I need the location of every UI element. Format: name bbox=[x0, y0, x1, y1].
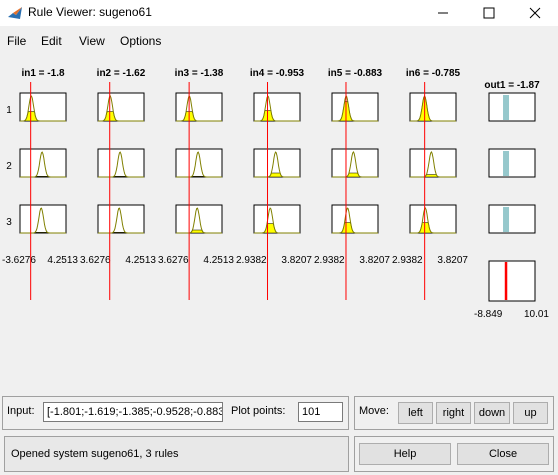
mf-plot-box bbox=[97, 92, 145, 122]
move-left-button[interactable]: left bbox=[398, 402, 433, 424]
output-singleton-bar bbox=[503, 95, 510, 120]
output-rule-box bbox=[488, 92, 536, 122]
rule-number: 3 bbox=[6, 217, 12, 228]
input-min-label: -3.6276 bbox=[2, 255, 36, 266]
input-max-label: 3.8207 bbox=[359, 255, 390, 266]
output-header: out1 = -1.87 bbox=[484, 80, 540, 91]
status-bar: Opened system sugeno61, 3 rules bbox=[4, 436, 349, 472]
menu-view[interactable]: View bbox=[79, 34, 105, 48]
plot-points-label: Plot points: bbox=[231, 405, 286, 417]
title-bar: Rule Viewer: sugeno61 bbox=[0, 0, 558, 26]
input-min-label: 2.9382 bbox=[236, 255, 267, 266]
menu-file[interactable]: File bbox=[7, 34, 26, 48]
move-panel: Move: left right down up bbox=[354, 396, 554, 430]
window-title: Rule Viewer: sugeno61 bbox=[28, 5, 152, 19]
mf-plot-box bbox=[19, 204, 67, 234]
mf-plot-box bbox=[331, 92, 379, 122]
input-panel: Input: [-1.801;-1.619;-1.385;-0.9528;-0.… bbox=[2, 396, 349, 430]
mf-plot-box bbox=[409, 204, 457, 234]
output-rule-box bbox=[488, 148, 536, 178]
maximize-icon[interactable] bbox=[466, 0, 512, 26]
input-header: in3 = -1.38 bbox=[175, 68, 224, 79]
rule-plot-area: 1 2 3 in1 = -1.8 -3.6276 4.2513 in2 = -1.62 3.6… bbox=[0, 55, 558, 388]
output-min-label: -8.849 bbox=[474, 309, 503, 320]
action-panel: Help Close bbox=[354, 436, 554, 472]
output-max-label: 10.01 bbox=[524, 309, 549, 320]
mf-plot-box bbox=[409, 92, 457, 122]
move-down-button[interactable]: down bbox=[474, 402, 510, 424]
input-header: in4 = -0.953 bbox=[250, 68, 305, 79]
mf-plot-box bbox=[175, 204, 223, 234]
menu-edit[interactable]: Edit bbox=[41, 34, 62, 48]
mf-plot-box bbox=[253, 92, 301, 122]
input-max-label: 3.8207 bbox=[437, 255, 468, 266]
input-max-label: 4.2513 bbox=[47, 255, 78, 266]
menu-bar: File Edit View Options bbox=[0, 30, 558, 52]
move-label: Move: bbox=[359, 405, 389, 417]
input-header: in6 = -0.785 bbox=[406, 68, 461, 79]
move-up-button[interactable]: up bbox=[513, 402, 548, 424]
rule-viewer-plot[interactable]: 1 2 3 in1 = -1.8 -3.6276 4.2513 in2 = -1.62 3.6… bbox=[0, 55, 558, 388]
plot-points-field[interactable]: 101 bbox=[298, 402, 343, 422]
rule-number: 2 bbox=[6, 161, 12, 172]
matlab-icon bbox=[8, 7, 22, 19]
input-vector-field[interactable]: [-1.801;-1.619;-1.385;-0.9528;-0.883] bbox=[43, 402, 223, 422]
input-header: in1 = -1.8 bbox=[21, 68, 65, 79]
mf-plot-box bbox=[331, 204, 379, 234]
mf-plot-box bbox=[175, 92, 223, 122]
output-rule-box bbox=[488, 204, 536, 234]
input-label: Input: bbox=[7, 405, 35, 417]
output-aggregate-box bbox=[488, 260, 536, 302]
output-singleton-bar bbox=[503, 207, 510, 232]
input-min-label: 3.6276 bbox=[158, 255, 189, 266]
rule-number: 1 bbox=[6, 105, 12, 116]
move-right-button[interactable]: right bbox=[436, 402, 471, 424]
output-singleton-bar bbox=[503, 151, 510, 176]
input-max-label: 4.2513 bbox=[125, 255, 156, 266]
input-header: in2 = -1.62 bbox=[97, 68, 146, 79]
minimize-icon[interactable] bbox=[420, 0, 466, 26]
help-button[interactable]: Help bbox=[359, 443, 451, 465]
menu-options[interactable]: Options bbox=[120, 34, 161, 48]
input-max-label: 3.8207 bbox=[281, 255, 312, 266]
mf-plot-box bbox=[97, 204, 145, 234]
input-min-label: 3.6276 bbox=[80, 255, 111, 266]
mf-plot-box bbox=[409, 148, 457, 178]
mf-plot-box bbox=[253, 204, 301, 234]
close-icon[interactable] bbox=[512, 0, 558, 26]
input-max-label: 4.2513 bbox=[203, 255, 234, 266]
close-button[interactable]: Close bbox=[457, 443, 549, 465]
input-min-label: 2.9382 bbox=[314, 255, 345, 266]
input-header: in5 = -0.883 bbox=[328, 68, 383, 79]
input-min-label: 2.9382 bbox=[392, 255, 423, 266]
